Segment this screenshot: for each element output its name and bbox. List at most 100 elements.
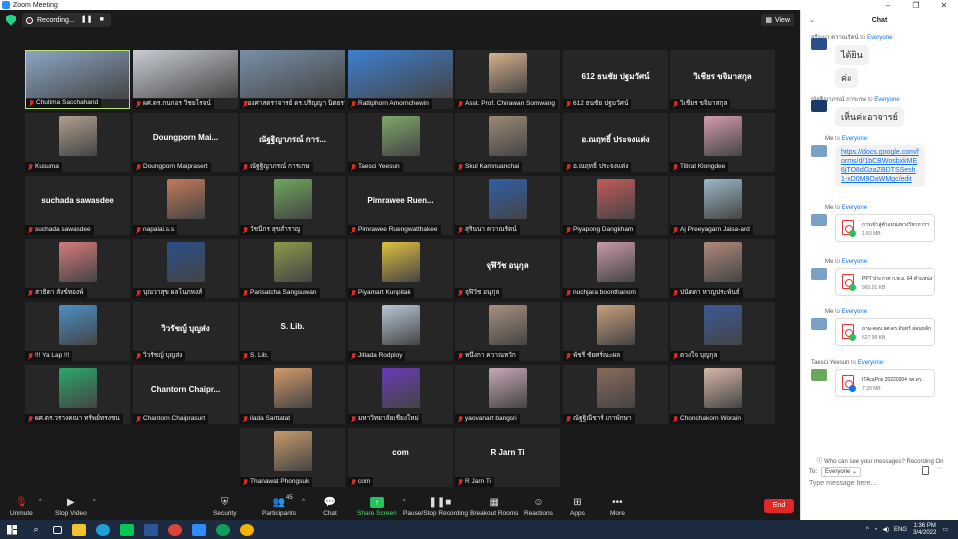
security-button[interactable]: ⛨ Security (213, 497, 236, 517)
participant-tile[interactable]: Pimrawee Ruen... Pimrawee Ruengwatthakee (348, 176, 453, 235)
participant-tile[interactable]: ดวงใจ บุญกุล (670, 302, 775, 361)
participant-tile[interactable]: สุรินนา ควาณรัตน์ (455, 176, 560, 235)
file-explorer-icon[interactable] (72, 523, 86, 536)
pause-recording-icon[interactable]: ❚❚ (81, 15, 93, 25)
participant-tile[interactable]: วัชนีกร สุขสำราญ (240, 176, 345, 235)
more-button[interactable]: ••• More (610, 497, 625, 517)
zoom-taskbar-icon[interactable] (192, 523, 206, 536)
participant-tile[interactable]: อ.ณฤทธิ์ ประจงแต่ง อ.ณฤทธิ์ ประจงแต่ง (563, 113, 668, 172)
chrome-alt-icon[interactable] (240, 523, 254, 536)
language-icon[interactable]: ENG (894, 527, 907, 533)
participant-tile[interactable]: ผศ.ดร.วรางคณา ทรัพย์ทรงชน (25, 365, 130, 424)
participant-tile[interactable]: สาธิดา สังข์ทองพ์ (25, 239, 130, 298)
end-meeting-button[interactable]: End (764, 499, 794, 513)
participant-tile[interactable]: com com (348, 428, 453, 487)
recipient-select[interactable]: Everyone ⌄ (821, 467, 862, 477)
tray-chevron-icon[interactable]: ^ (866, 527, 869, 533)
participant-tile[interactable]: S. Lib. S. Lib. (240, 302, 345, 361)
notification-icon[interactable]: ▭ (942, 526, 948, 533)
participant-tile[interactable]: ปนัดดา หาญประพันธ์ (670, 239, 775, 298)
close-icon[interactable]: ✕ (930, 1, 958, 10)
participant-tile[interactable]: 612 ธนชัย ปฐมวัศน์ 612 ธนชัย ปฐมวัศน์ (563, 50, 668, 109)
volume-icon[interactable]: ◀) (882, 526, 889, 533)
participant-tile[interactable]: Doungporn Mai... Doungporn Maiprasert (133, 113, 238, 172)
chevron-down-icon[interactable]: ⌄ (809, 16, 815, 24)
participant-tile[interactable]: ณัฐฐิณีชาร์ เกาพักษา (563, 365, 668, 424)
chat-label: Chat (323, 510, 337, 517)
participant-tile[interactable]: Thanawat Phongsuk (240, 428, 345, 487)
chevron-up-icon[interactable]: ^ (302, 499, 305, 505)
network-icon[interactable]: ◔ (874, 527, 878, 533)
unmute-button[interactable]: 🎙 Unmute ^ (10, 497, 42, 517)
file-attachment[interactable]: PPT ประกาศ ก.พ.อ. 64 ตำแหน่ง 960.01 KB (835, 268, 935, 296)
chat-button[interactable]: 💬 Chat (323, 497, 337, 517)
share-screen-button[interactable]: ↑ Share Screen ^ (357, 497, 406, 517)
more-dots-icon[interactable]: ··· (936, 465, 943, 472)
reactions-button[interactable]: ☺ Reactions (524, 497, 553, 517)
participant-display-name: Chantorn Chaipr... (150, 385, 221, 394)
file-attachment[interactable]: ITAcaPos 20220304 รศ.ดร. 7.30 MB (835, 369, 935, 397)
stop-recording-icon[interactable]: ■ (97, 15, 107, 25)
participant-tile[interactable]: suchada sawasdee suchada sawasdee (25, 176, 130, 235)
participant-tile[interactable]: Titirat Klongdee (670, 113, 775, 172)
participant-tile[interactable]: !!! Ya Lap !!! (25, 302, 130, 361)
participant-tile[interactable]: Chantorn Chaipr... Chantorn Chaiprasurt (133, 365, 238, 424)
apps-button[interactable]: ⊞ Apps (570, 497, 585, 517)
participant-tile[interactable]: Taesci Yeesun (348, 113, 453, 172)
pause-recording-button[interactable]: ❚❚■ Pause/Stop Recording (403, 497, 468, 517)
participant-tile[interactable]: R Jarn Ti R Jarn Ti (455, 428, 560, 487)
participant-tile[interactable]: yaovanart bangsri (455, 365, 560, 424)
participant-tile[interactable]: Chonchakorn Worain (670, 365, 775, 424)
participant-tile[interactable]: หนึ่งกา ควาณหวัก (455, 302, 560, 361)
chevron-up-icon[interactable]: ^ (93, 499, 96, 505)
maximize-icon[interactable]: ❐ (902, 1, 930, 10)
message-sender: สุรินนา ควาณรัตน์ to Everyone (811, 35, 893, 41)
participant-tile[interactable]: Skul Kamnuanchai (455, 113, 560, 172)
file-attachment[interactable]: ถาม-ตอบ ผศ.ดร.จันทร์ สอนหลัก 627.99 KB (835, 318, 935, 346)
participant-tile[interactable]: Piyapong Dangkham (563, 176, 668, 235)
clock[interactable]: 1:36 PM 3/4/2022 (913, 523, 936, 537)
windows-start-icon[interactable] (7, 524, 17, 535)
chrome-icon[interactable] (168, 523, 182, 536)
participant-tile[interactable]: Parisatcha Sangsuwan (240, 239, 345, 298)
security-shield-icon[interactable] (6, 14, 16, 26)
participant-tile[interactable]: Aj Preeyagarn Jaisa-ard (670, 176, 775, 235)
file-attachment[interactable]: การเข้าสู่ตำแหน่งทางวิชาการฯ 1.83 MB (835, 214, 935, 242)
participant-tile[interactable]: Rattiphorn Amornchewin (348, 50, 453, 109)
chat-message-input[interactable] (809, 480, 949, 487)
participants-button[interactable]: 👥 45 Participants ^ (262, 495, 305, 517)
participant-name-label: S. Lib. (240, 351, 272, 361)
participant-tile[interactable]: ผศ.ดร.กนกอร วิชยโรจน์ (133, 50, 238, 109)
participant-tile[interactable]: nuchjara boonthanom (563, 239, 668, 298)
participant-tile[interactable]: มหาวิทยาลัยเชียงใหม่ (348, 365, 453, 424)
participant-tile[interactable]: Jitlada Rodploy (348, 302, 453, 361)
line-app-icon[interactable] (120, 523, 134, 536)
participant-tile[interactable]: พัชรี ชัยศร์ณะผล (563, 302, 668, 361)
participant-tile[interactable]: napalai.s.s (133, 176, 238, 235)
task-view-icon[interactable] (53, 525, 62, 534)
participant-tile[interactable]: รองศาสตราจารย์ ดร.ปริญญา นิตยรายา (240, 50, 345, 109)
breakout-rooms-button[interactable]: ▦ Breakout Rooms (470, 497, 518, 517)
check-icon (849, 334, 856, 341)
search-icon[interactable]: ⌕ (29, 524, 43, 536)
participant-tile[interactable]: ณัฐฐิญาภรณ์ การ... ณัฐฐิญาภรณ์ การเกษ (240, 113, 345, 172)
message-link[interactable]: https://docs.google.com/forms/d/1bCBWosb… (835, 145, 925, 187)
participant-tile[interactable]: วิเชียร ขจิมาสกุล วิเชียร ขจิมาสกุล (670, 50, 775, 109)
participant-tile[interactable]: Piyamart Kunpitak (348, 239, 453, 298)
participant-tile[interactable]: วิวรัชญ์ บุญส่ง วิวรัชญ์ บุญส่ง (133, 302, 238, 361)
word-icon[interactable] (144, 523, 158, 536)
file-icon[interactable] (922, 466, 929, 475)
participant-tile[interactable]: Kusuma (25, 113, 130, 172)
view-button[interactable]: ▦ View (761, 14, 794, 26)
participant-tile[interactable]: บุณวาสุข ผลโนภหงส์ (133, 239, 238, 298)
participant-tile[interactable]: จุฬิวัช อนุกุล จุฬิวัช อนุกุล (455, 239, 560, 298)
minimize-icon[interactable]: – (874, 1, 902, 10)
chrome-profile-icon[interactable] (216, 523, 230, 536)
stop-video-button[interactable]: ▶ Stop Video ^ (55, 497, 96, 517)
participant-tile[interactable]: Asst. Prof. Chirawan Somwang (455, 50, 560, 109)
participant-tile[interactable]: Chutima Sacchahand (25, 50, 130, 109)
chevron-up-icon[interactable]: ^ (39, 499, 42, 505)
participant-tile[interactable]: ilada Sarttatat (240, 365, 345, 424)
who-can-see-notice[interactable]: ⓘ Who can see your messages? Recording O… (801, 456, 958, 465)
edge-icon[interactable] (96, 523, 110, 536)
